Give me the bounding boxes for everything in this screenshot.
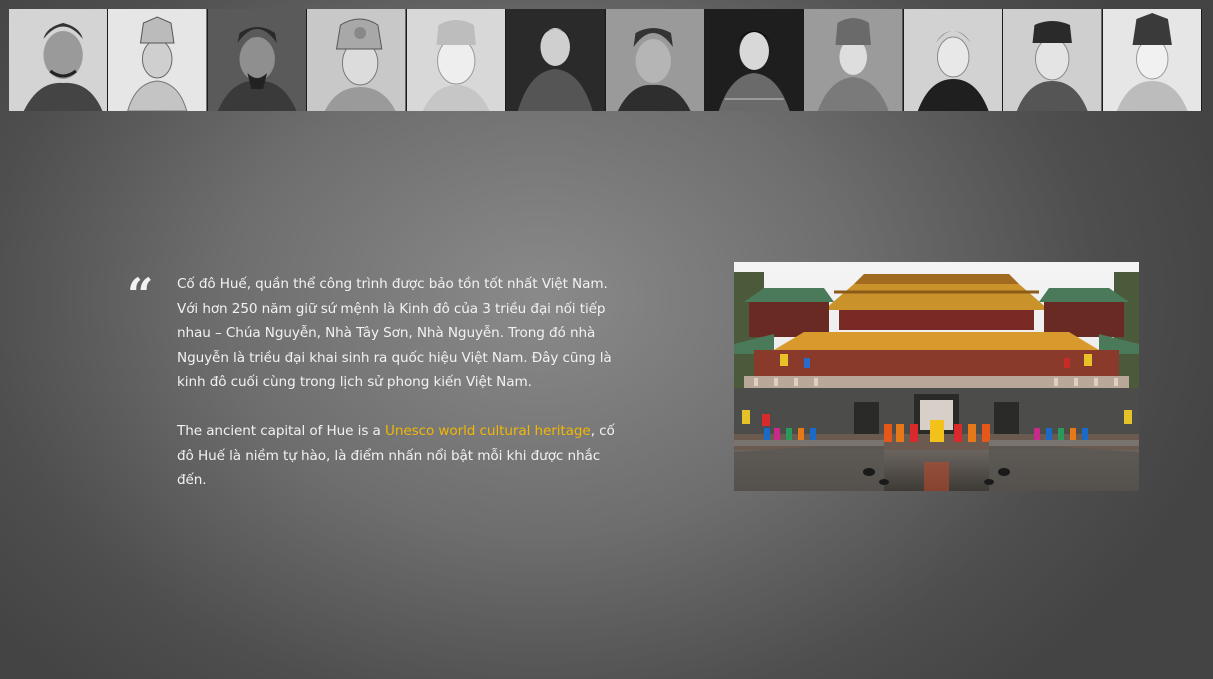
portrait-5-icon: [406, 9, 507, 111]
portrait-12-icon: [1102, 9, 1202, 111]
quote-paragraph-english-start: The ancient capital of Hue is a: [177, 423, 385, 439]
portrait-8-icon: [704, 9, 805, 111]
portrait-strip: [9, 9, 1202, 111]
quote-block: Cố đô Huế, quần thể công trình được bảo …: [177, 272, 617, 493]
portrait-10-icon: [903, 9, 1004, 111]
quote-paragraph-english: The ancient capital of Hue is a Unesco w…: [177, 419, 617, 493]
portrait-3-icon: [207, 9, 308, 111]
unesco-heritage-link[interactable]: Unesco world cultural heritage: [385, 423, 591, 439]
portrait-4-icon: [307, 9, 407, 111]
hue-citadel-ngo-mon-photo: [734, 262, 1139, 491]
quotation-mark-icon: “: [127, 268, 154, 322]
quote-paragraph-vietnamese: Cố đô Huế, quần thể công trình được bảo …: [177, 276, 612, 390]
portrait-1-icon: [9, 9, 109, 111]
portrait-9-icon: [804, 9, 904, 111]
portrait-7-icon: [605, 9, 705, 111]
portrait-6-icon: [506, 9, 606, 111]
portrait-11-icon: [1003, 9, 1103, 111]
portrait-2-icon: [108, 9, 208, 111]
